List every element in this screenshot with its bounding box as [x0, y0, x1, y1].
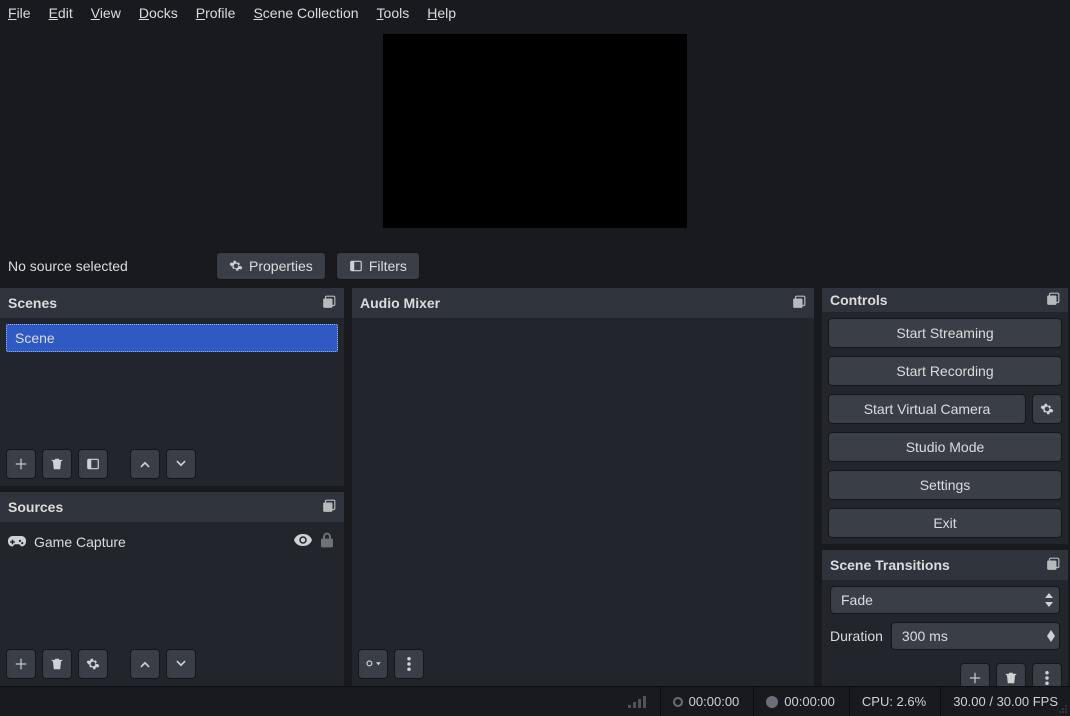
gear-icon: [229, 259, 243, 273]
game-controller-icon: [8, 535, 26, 549]
virtual-camera-settings-button[interactable]: [1032, 394, 1062, 424]
signal-bars-icon: [628, 696, 646, 708]
start-virtual-camera-button[interactable]: Start Virtual Camera: [828, 394, 1026, 424]
audio-menu-button[interactable]: [394, 649, 424, 679]
exit-button[interactable]: Exit: [828, 508, 1062, 538]
vertical-dots-icon: [1045, 671, 1049, 685]
network-status: [628, 687, 646, 716]
trash-icon: [50, 457, 64, 471]
move-scene-down-button[interactable]: [166, 449, 196, 479]
scenes-panel: Scenes Scene: [0, 288, 344, 486]
no-source-selected-label: No source selected: [6, 258, 206, 274]
source-visibility-toggle[interactable]: [294, 533, 312, 550]
controls-panel: Controls Start Streaming Start Recording…: [822, 288, 1068, 544]
popout-icon[interactable]: [1046, 557, 1060, 574]
remove-scene-button[interactable]: [42, 449, 72, 479]
start-recording-button[interactable]: Start Recording: [828, 356, 1062, 386]
controls-title: Controls: [830, 292, 888, 308]
add-source-button[interactable]: [6, 649, 36, 679]
duration-label: Duration: [830, 628, 883, 644]
sources-title: Sources: [8, 499, 63, 515]
scene-item[interactable]: Scene: [6, 324, 338, 352]
scene-filters-button[interactable]: [78, 449, 108, 479]
stream-status: 00:00:00: [660, 687, 740, 716]
sources-panel: Sources Game Capture: [0, 492, 344, 686]
sources-list[interactable]: Game Capture: [0, 522, 344, 642]
studio-mode-button[interactable]: Studio Mode: [828, 432, 1062, 462]
menu-tools[interactable]: Tools: [377, 5, 410, 21]
scene-transitions-title: Scene Transitions: [830, 557, 950, 573]
move-source-up-button[interactable]: [130, 649, 160, 679]
menubar: File Edit View Docks Profile Scene Colle…: [0, 0, 1070, 26]
stream-indicator-icon: [673, 697, 683, 707]
scenes-title: Scenes: [8, 295, 57, 311]
select-arrows-icon: [1045, 593, 1053, 607]
eye-icon: [294, 533, 312, 547]
popout-icon[interactable]: [1046, 292, 1060, 309]
properties-button[interactable]: Properties: [216, 252, 326, 280]
filters-icon: [349, 259, 363, 273]
spin-down-icon[interactable]: [1047, 636, 1055, 642]
audio-mixer-panel: Audio Mixer: [352, 288, 814, 686]
menu-help[interactable]: Help: [427, 5, 456, 21]
scenes-list[interactable]: Scene: [0, 318, 344, 442]
audio-mixer-title: Audio Mixer: [360, 295, 440, 311]
source-item[interactable]: Game Capture: [6, 526, 338, 557]
settings-button[interactable]: Settings: [828, 470, 1062, 500]
preview-area: [0, 26, 1070, 244]
plus-icon: [968, 671, 982, 685]
chevron-up-icon: [138, 457, 152, 471]
menu-file[interactable]: File: [8, 5, 31, 21]
chevron-up-icon: [138, 657, 152, 671]
menu-edit[interactable]: Edit: [49, 5, 73, 21]
transition-select[interactable]: Fade: [830, 586, 1060, 614]
add-scene-button[interactable]: [6, 449, 36, 479]
audio-mixer-body: [352, 318, 814, 642]
move-source-down-button[interactable]: [166, 649, 196, 679]
gear-icon: [86, 657, 100, 671]
filters-icon: [86, 457, 100, 471]
gear-dropdown-icon: [364, 657, 382, 671]
audio-advanced-button[interactable]: [358, 649, 388, 679]
record-status: 00:00:00: [753, 687, 835, 716]
chevron-down-icon: [174, 457, 188, 471]
fps-status: 30.00 / 30.00 FPS: [940, 687, 1058, 716]
start-streaming-button[interactable]: Start Streaming: [828, 318, 1062, 348]
popout-icon[interactable]: [322, 295, 336, 312]
trash-icon: [1004, 671, 1018, 685]
preview-canvas[interactable]: [383, 34, 687, 228]
gear-icon: [1040, 402, 1054, 416]
status-bar: 00:00:00 00:00:00 CPU: 2.6% 30.00 / 30.0…: [0, 686, 1070, 716]
filters-button[interactable]: Filters: [336, 252, 420, 280]
menu-docks[interactable]: Docks: [139, 5, 178, 21]
popout-icon[interactable]: [792, 295, 806, 312]
record-indicator-icon: [766, 696, 778, 708]
move-scene-up-button[interactable]: [130, 449, 160, 479]
trash-icon: [50, 657, 64, 671]
scene-transitions-panel: Scene Transitions Fade Duration 300 ms: [822, 550, 1068, 700]
remove-source-button[interactable]: [42, 649, 72, 679]
source-toolbar: No source selected Properties Filters: [0, 244, 1070, 288]
duration-spinbox[interactable]: 300 ms: [891, 622, 1060, 650]
resize-grip-icon[interactable]: [1058, 704, 1068, 714]
plus-icon: [14, 457, 28, 471]
menu-view[interactable]: View: [91, 5, 121, 21]
plus-icon: [14, 657, 28, 671]
popout-icon[interactable]: [322, 499, 336, 516]
menu-scene-collection[interactable]: Scene Collection: [253, 5, 358, 21]
vertical-dots-icon: [407, 657, 411, 671]
menu-profile[interactable]: Profile: [196, 5, 236, 21]
chevron-down-icon: [174, 657, 188, 671]
lock-icon: [320, 532, 334, 548]
source-properties-button[interactable]: [78, 649, 108, 679]
cpu-status: CPU: 2.6%: [849, 687, 926, 716]
source-lock-toggle[interactable]: [320, 532, 334, 551]
